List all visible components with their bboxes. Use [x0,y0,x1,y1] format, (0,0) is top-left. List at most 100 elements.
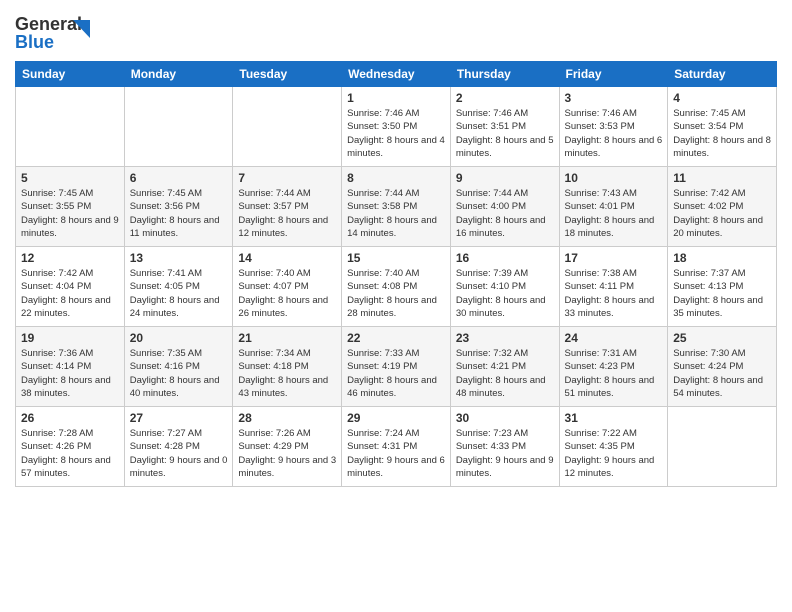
calendar-cell: 14 Sunrise: 7:40 AM Sunset: 4:07 PM Dayli… [233,247,342,327]
calendar-cell: 16 Sunrise: 7:39 AM Sunset: 4:10 PM Dayli… [450,247,559,327]
day-info: Sunrise: 7:40 AM Sunset: 4:08 PM Dayligh… [347,267,445,320]
day-info: Sunrise: 7:41 AM Sunset: 4:05 PM Dayligh… [130,267,228,320]
day-number: 24 [565,331,663,345]
calendar-cell [233,87,342,167]
calendar-cell: 5 Sunrise: 7:45 AM Sunset: 3:55 PM Daylig… [16,167,125,247]
calendar-cell: 25Sunrise: 7:30 AM Sunset: 4:24 PM Dayli… [668,327,777,407]
day-number: 26 [21,411,119,425]
calendar-cell [668,407,777,487]
day-info: Sunrise: 7:44 AM Sunset: 4:00 PM Dayligh… [456,187,554,240]
calendar-cell: 20 Sunrise: 7:35 AM Sunset: 4:16 PM Dayli… [124,327,233,407]
day-info: Sunrise: 7:46 AM Sunset: 3:53 PM Dayligh… [565,107,663,160]
weekday-header-thursday: Thursday [450,62,559,87]
logo: General Blue [15,10,105,55]
week-row-3: 12 Sunrise: 7:42 AM Sunset: 4:04 PM Dayli… [16,247,777,327]
day-info: Sunrise: 7:34 AM Sunset: 4:18 PM Dayligh… [238,347,336,400]
calendar-cell [16,87,125,167]
day-info: Sunrise: 7:33 AM Sunset: 4:19 PM Dayligh… [347,347,445,400]
day-number: 12 [21,251,119,265]
day-info: Sunrise: 7:32 AM Sunset: 4:21 PM Dayligh… [456,347,554,400]
calendar-cell: 1 Sunrise: 7:46 AM Sunset: 3:50 PM Daylig… [342,87,451,167]
day-number: 3 [565,91,663,105]
day-number: 17 [565,251,663,265]
day-number: 9 [456,171,554,185]
day-number: 21 [238,331,336,345]
day-number: 5 [21,171,119,185]
calendar-cell: 15Sunrise: 7:40 AM Sunset: 4:08 PM Dayli… [342,247,451,327]
day-info: Sunrise: 7:39 AM Sunset: 4:10 PM Dayligh… [456,267,554,320]
day-info: Sunrise: 7:38 AM Sunset: 4:11 PM Dayligh… [565,267,663,320]
day-number: 23 [456,331,554,345]
day-info: Sunrise: 7:30 AM Sunset: 4:24 PM Dayligh… [673,347,771,400]
calendar-cell: 27 Sunrise: 7:27 AM Sunset: 4:28 PM Dayli… [124,407,233,487]
day-info: Sunrise: 7:27 AM Sunset: 4:28 PM Dayligh… [130,427,228,480]
weekday-header-friday: Friday [559,62,668,87]
day-number: 10 [565,171,663,185]
day-number: 11 [673,171,771,185]
svg-text:Blue: Blue [15,32,54,52]
day-info: Sunrise: 7:46 AM Sunset: 3:50 PM Dayligh… [347,107,445,160]
weekday-header-sunday: Sunday [16,62,125,87]
day-info: Sunrise: 7:46 AM Sunset: 3:51 PM Dayligh… [456,107,554,160]
day-number: 4 [673,91,771,105]
day-info: Sunrise: 7:45 AM Sunset: 3:55 PM Dayligh… [21,187,119,240]
calendar-cell [124,87,233,167]
day-info: Sunrise: 7:24 AM Sunset: 4:31 PM Dayligh… [347,427,445,480]
calendar-cell: 21 Sunrise: 7:34 AM Sunset: 4:18 PM Dayli… [233,327,342,407]
page: General Blue SundayMondayTuesdayWednesda… [0,0,792,612]
calendar-cell: 23 Sunrise: 7:32 AM Sunset: 4:21 PM Dayli… [450,327,559,407]
weekday-header-wednesday: Wednesday [342,62,451,87]
day-info: Sunrise: 7:44 AM Sunset: 3:58 PM Dayligh… [347,187,445,240]
day-info: Sunrise: 7:23 AM Sunset: 4:33 PM Dayligh… [456,427,554,480]
weekday-header-tuesday: Tuesday [233,62,342,87]
calendar-cell: 30Sunrise: 7:23 AM Sunset: 4:33 PM Dayli… [450,407,559,487]
calendar-cell: 19 Sunrise: 7:36 AM Sunset: 4:14 PM Dayli… [16,327,125,407]
calendar-cell: 4 Sunrise: 7:45 AM Sunset: 3:54 PM Daylig… [668,87,777,167]
calendar-cell: 29 Sunrise: 7:24 AM Sunset: 4:31 PM Dayli… [342,407,451,487]
weekday-header-row: SundayMondayTuesdayWednesdayThursdayFrid… [16,62,777,87]
day-number: 13 [130,251,228,265]
day-number: 27 [130,411,228,425]
day-info: Sunrise: 7:44 AM Sunset: 3:57 PM Dayligh… [238,187,336,240]
svg-text:General: General [15,14,82,34]
day-info: Sunrise: 7:43 AM Sunset: 4:01 PM Dayligh… [565,187,663,240]
day-info: Sunrise: 7:45 AM Sunset: 3:54 PM Dayligh… [673,107,771,160]
calendar-cell: 3 Sunrise: 7:46 AM Sunset: 3:53 PM Daylig… [559,87,668,167]
day-info: Sunrise: 7:26 AM Sunset: 4:29 PM Dayligh… [238,427,336,480]
day-number: 16 [456,251,554,265]
calendar-cell: 26 Sunrise: 7:28 AM Sunset: 4:26 PM Dayli… [16,407,125,487]
day-number: 6 [130,171,228,185]
day-info: Sunrise: 7:35 AM Sunset: 4:16 PM Dayligh… [130,347,228,400]
day-number: 7 [238,171,336,185]
calendar-cell: 7 Sunrise: 7:44 AM Sunset: 3:57 PM Daylig… [233,167,342,247]
week-row-1: 1 Sunrise: 7:46 AM Sunset: 3:50 PM Daylig… [16,87,777,167]
day-info: Sunrise: 7:31 AM Sunset: 4:23 PM Dayligh… [565,347,663,400]
calendar-cell: 18Sunrise: 7:37 AM Sunset: 4:13 PM Dayli… [668,247,777,327]
day-info: Sunrise: 7:42 AM Sunset: 4:04 PM Dayligh… [21,267,119,320]
day-number: 2 [456,91,554,105]
day-info: Sunrise: 7:36 AM Sunset: 4:14 PM Dayligh… [21,347,119,400]
day-number: 20 [130,331,228,345]
day-number: 19 [21,331,119,345]
calendar-cell: 17 Sunrise: 7:38 AM Sunset: 4:11 PM Dayli… [559,247,668,327]
calendar-cell: 24 Sunrise: 7:31 AM Sunset: 4:23 PM Dayli… [559,327,668,407]
day-number: 31 [565,411,663,425]
day-number: 28 [238,411,336,425]
day-number: 18 [673,251,771,265]
week-row-5: 26 Sunrise: 7:28 AM Sunset: 4:26 PM Dayli… [16,407,777,487]
day-info: Sunrise: 7:45 AM Sunset: 3:56 PM Dayligh… [130,187,228,240]
day-number: 1 [347,91,445,105]
day-info: Sunrise: 7:28 AM Sunset: 4:26 PM Dayligh… [21,427,119,480]
calendar-cell: 10 Sunrise: 7:43 AM Sunset: 4:01 PM Dayli… [559,167,668,247]
day-info: Sunrise: 7:42 AM Sunset: 4:02 PM Dayligh… [673,187,771,240]
day-info: Sunrise: 7:22 AM Sunset: 4:35 PM Dayligh… [565,427,663,480]
calendar-cell: 31 Sunrise: 7:22 AM Sunset: 4:35 PM Dayli… [559,407,668,487]
calendar-cell: 22Sunrise: 7:33 AM Sunset: 4:19 PM Dayli… [342,327,451,407]
day-number: 29 [347,411,445,425]
day-info: Sunrise: 7:40 AM Sunset: 4:07 PM Dayligh… [238,267,336,320]
weekday-header-monday: Monday [124,62,233,87]
day-number: 14 [238,251,336,265]
calendar-cell: 8Sunrise: 7:44 AM Sunset: 3:58 PM Daylig… [342,167,451,247]
calendar-cell: 9 Sunrise: 7:44 AM Sunset: 4:00 PM Daylig… [450,167,559,247]
logo-svg: General Blue [15,10,105,55]
